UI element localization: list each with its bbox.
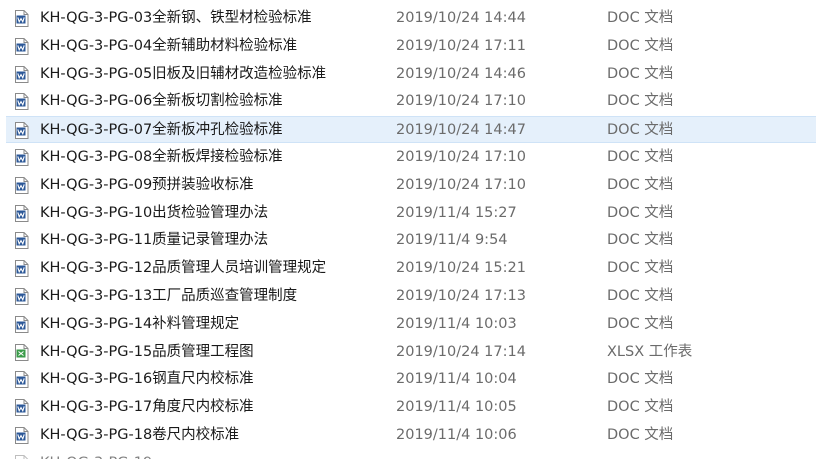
file-type: DOC 文档	[607, 315, 674, 332]
file-name: KH-QG-3-PG-03全新钢、铁型材检验标准	[40, 10, 312, 26]
file-date-modified: 2019/11/4 9:54	[396, 232, 508, 249]
file-name: KH-QG-3-PG-09预拼装验收标准	[40, 176, 254, 193]
file-row[interactable]: KH-QG-3-PG-15品质管理工程图 2019/10/24 17:14 XLSX…	[6, 339, 816, 366]
word-doc-icon	[15, 427, 29, 444]
word-doc-icon	[15, 93, 29, 111]
file-date-modified: 2019/10/24 15:21	[396, 260, 526, 277]
word-doc-icon	[15, 204, 29, 222]
file-date-modified: 2019/11/4 10:05	[396, 399, 517, 416]
file-name: KH-QG-3-PG-14补料管理规定	[40, 315, 240, 332]
file-row[interactable]: KH-QG-3-PG-04全新辅助材料检验标准 2019/10/24 17:11 D…	[6, 33, 816, 60]
file-date-modified: 2019/11/4 10:06	[396, 427, 517, 443]
file-row[interactable]: KH-QG-3-PG-03全新钢、铁型材检验标准 2019/10/24 14:44…	[6, 5, 816, 32]
file-type: DOC 文档	[607, 204, 674, 221]
word-doc-icon	[15, 232, 29, 250]
file-date-modified: 2019/10/24 17:10	[396, 93, 526, 110]
file-date-modified: 2019/10/24 14:46	[396, 65, 526, 82]
file-type: DOC 文档	[607, 93, 674, 110]
file-type: DOC 文档	[607, 371, 674, 388]
file-name: KH-QG-3-PG-05旧板及旧辅材改造检验标准	[40, 65, 327, 82]
file-type: DOC 文档	[607, 232, 674, 249]
file-row[interactable]: KH-QG-3-PG-16钢直尺内校标准 2019/11/4 10:04 DOC 文…	[6, 366, 816, 393]
file-row[interactable]: KH-QG-3-PG-12品质管理人员培训管理规定 2019/10/24 15:2…	[6, 255, 816, 282]
file-type: DOC 文档	[607, 37, 674, 54]
file-type: DOC 文档	[607, 260, 674, 277]
file-name: KH-QG-3-PG-16钢直尺内校标准	[40, 371, 254, 388]
word-doc-icon	[15, 37, 29, 55]
file-name: KH-QG-3-PG-15品质管理工程图	[40, 343, 254, 360]
file-name: KH-QG-3-PG-19	[40, 454, 152, 459]
file-name: KH-QG-3-PG-11质量记录管理办法	[40, 232, 269, 249]
file-date-modified: 2019/10/24 14:47	[396, 122, 526, 139]
file-row[interactable]: KH-QG-3-PG-07全新板冲孔检验标准 2019/10/24 14:47 DO…	[6, 116, 816, 144]
word-doc-icon	[15, 454, 29, 459]
word-doc-icon	[15, 260, 29, 278]
file-row[interactable]: KH-QG-3-PG-18卷尺内校标准 2019/11/4 10:06 DOC 文档	[6, 422, 816, 449]
file-type: DOC 文档	[607, 149, 674, 165]
file-row[interactable]: KH-QG-3-PG-08全新板焊接检验标准 2019/10/24 17:10 DO…	[6, 144, 816, 171]
file-row[interactable]: KH-QG-3-PG-10出货检验管理办法 2019/11/4 15:27 DOC …	[6, 200, 816, 227]
file-date-modified: 2019/10/24 17:13	[396, 288, 526, 304]
file-type: DOC 文档	[607, 176, 674, 193]
file-row[interactable]: KH-QG-3-PG-17角度尺内校标准 2019/11/4 10:05 DOC 文…	[6, 394, 816, 421]
file-type: DOC 文档	[607, 427, 674, 443]
file-row[interactable]: KH-QG-3-PG-14补料管理规定 2019/11/4 10:03 DOC 文档	[6, 311, 816, 338]
file-date-modified: 2019/11/4 10:04	[396, 371, 517, 388]
file-date-modified: 2019/10/24 17:10	[396, 176, 526, 193]
word-doc-icon	[15, 399, 29, 417]
file-date-modified: 2019/10/24 17:10	[396, 149, 526, 165]
file-name: KH-QG-3-PG-04全新辅助材料检验标准	[40, 37, 298, 54]
word-doc-icon	[15, 65, 29, 83]
file-name: KH-QG-3-PG-12品质管理人员培训管理规定	[40, 260, 327, 277]
file-name: KH-QG-3-PG-07全新板冲孔检验标准	[40, 122, 283, 139]
file-name: KH-QG-3-PG-17角度尺内校标准	[40, 399, 254, 416]
file-name: KH-QG-3-PG-10出货检验管理办法	[40, 204, 269, 221]
file-date-modified: 2019/10/24 14:44	[396, 10, 526, 26]
file-type: DOC 文档	[607, 288, 674, 304]
file-list: KH-QG-3-PG-03全新钢、铁型材检验标准 2019/10/24 14:44…	[0, 0, 816, 459]
file-row[interactable]: KH-QG-3-PG-13工厂品质巡查管理制度 2019/10/24 17:13 D…	[6, 283, 816, 310]
file-row[interactable]: KH-QG-3-PG-06全新板切割检验标准 2019/10/24 17:10 DO…	[6, 88, 816, 115]
file-type: DOC 文档	[607, 10, 674, 26]
word-doc-icon	[15, 122, 29, 140]
file-type: DOC 文档	[607, 122, 674, 139]
file-date-modified: 2019/11/4 10:03	[396, 315, 517, 332]
file-name: KH-QG-3-PG-08全新板焊接检验标准	[40, 149, 283, 165]
word-doc-icon	[15, 371, 29, 389]
word-doc-icon	[15, 315, 29, 333]
file-date-modified: 2019/10/24 17:14	[396, 343, 526, 360]
file-type: DOC 文档	[607, 65, 674, 82]
file-date-modified: 2019/10/24 17:11	[396, 37, 526, 54]
file-type: DOC 文档	[607, 399, 674, 416]
file-name: KH-QG-3-PG-06全新板切割检验标准	[40, 93, 283, 110]
file-row[interactable]: KH-QG-3-PG-05旧板及旧辅材改造检验标准 2019/10/24 14:4…	[6, 61, 816, 88]
word-doc-icon	[15, 10, 29, 27]
file-row[interactable]: KH-QG-3-PG-11质量记录管理办法 2019/11/4 9:54 DOC 文…	[6, 227, 816, 254]
excel-sheet-icon	[15, 343, 29, 361]
word-doc-icon	[15, 149, 29, 166]
file-type: XLSX 工作表	[607, 343, 693, 360]
file-name: KH-QG-3-PG-18卷尺内校标准	[40, 427, 240, 443]
file-date-modified: 2019/11/4 15:27	[396, 204, 517, 221]
word-doc-icon	[15, 176, 29, 194]
file-name: KH-QG-3-PG-13工厂品质巡查管理制度	[40, 288, 298, 304]
word-doc-icon	[15, 288, 29, 305]
file-row[interactable]: KH-QG-3-PG-09预拼装验收标准 2019/10/24 17:10 DOC …	[6, 172, 816, 199]
file-row[interactable]: KH-QG-3-PG-19	[6, 450, 816, 459]
